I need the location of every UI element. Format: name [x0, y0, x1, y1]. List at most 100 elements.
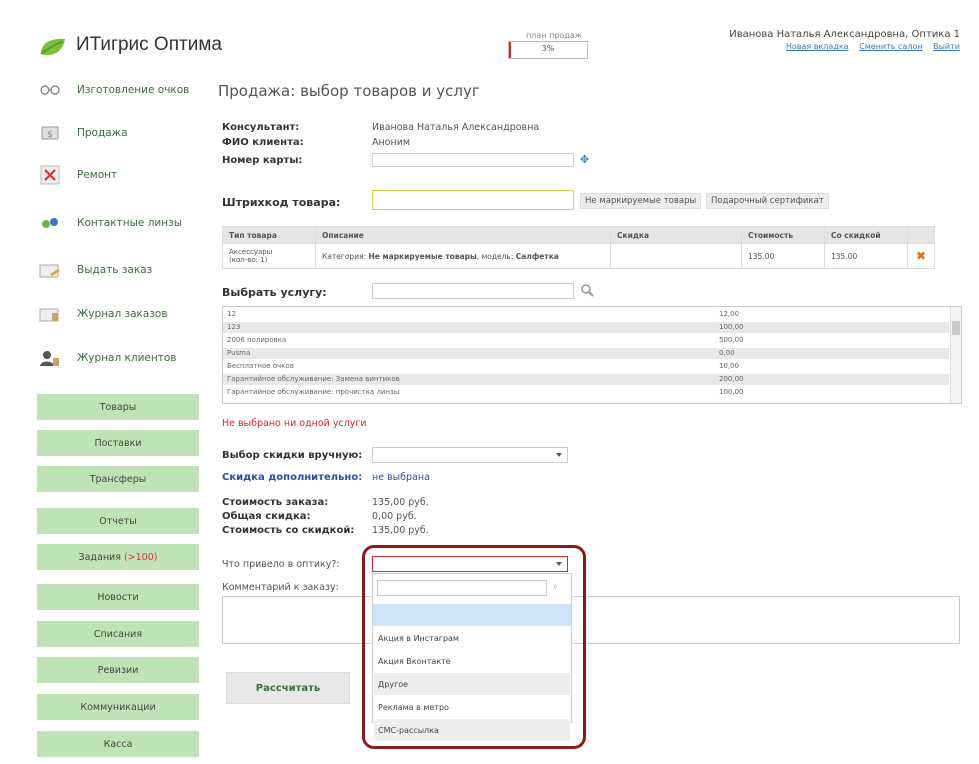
col-price: Стоимость	[741, 226, 825, 244]
new-tab-link[interactable]: Новая вкладка	[786, 42, 849, 51]
col-discount: Скидка	[610, 226, 742, 244]
sidebar-item-sale[interactable]: $ Продажа	[37, 116, 199, 150]
services-list: 12 12,00 123 100,00 2006 полировка 500,00 P…	[222, 306, 962, 404]
col-type: Тип товара	[222, 226, 316, 244]
goods-table-wrap: Тип товара Описание Скидка Стоимость Со …	[222, 226, 935, 269]
gift-certificate-button[interactable]: Подарочный сертификат	[706, 193, 829, 209]
plan-label: план продаж	[526, 31, 582, 40]
sidebar-item-label: Изготовление очков	[77, 84, 190, 96]
refresh-icon[interactable]: ✥	[580, 153, 589, 166]
client-label: ФИО клиента:	[222, 137, 304, 148]
reason-label: Что привело в оптику?:	[222, 559, 340, 570]
sidebar-item-label: Ремонт	[77, 169, 118, 181]
chevron-down-icon	[556, 453, 562, 457]
col-price-discount: Со скидкой	[824, 226, 908, 244]
comment-textarea[interactable]	[222, 596, 960, 644]
cost-with-discount-label: Стоимость со скидкой:	[222, 525, 355, 536]
calculate-button[interactable]: Рассчитать	[226, 672, 350, 704]
sidebar-item-glasses[interactable]: Изготовление очков	[37, 73, 199, 107]
menu-label: Коммуникации	[80, 701, 156, 713]
menu-tasks[interactable]: Задания (>100)	[37, 544, 199, 570]
list-item[interactable]: Pusma 0,00	[223, 348, 949, 359]
comment-label: Комментарий к заказу:	[222, 582, 339, 593]
menu-supplies[interactable]: Поставки	[37, 430, 199, 456]
scrollbar[interactable]	[950, 307, 961, 403]
issue-order-icon	[37, 257, 63, 283]
logout-link[interactable]: Выйти	[933, 42, 960, 51]
barcode-label: Штрихкод товара:	[222, 196, 341, 209]
clients-journal-icon	[37, 345, 63, 371]
remove-icon[interactable]: ✖	[916, 249, 926, 263]
card-number-input[interactable]	[372, 153, 574, 167]
list-item[interactable]: Бесплатное очков 10,00	[223, 361, 949, 372]
sidebar-item-issue-order[interactable]: Выдать заказ	[37, 253, 199, 287]
table-row: Аксессуары (кол-во: 1) Категория: Не марк…	[222, 243, 935, 269]
list-item[interactable]: 12 12,00	[223, 309, 949, 320]
menu-writeoffs[interactable]: Списания	[37, 621, 199, 647]
total-discount-label: Общая скидка:	[222, 511, 311, 522]
plan-value: 3%	[541, 44, 555, 53]
discount-label: Выбор скидки вручную:	[222, 450, 363, 461]
discount-select[interactable]	[372, 447, 568, 463]
menu-label: Отчеты	[99, 515, 137, 527]
total-discount-value: 0,00 руб.	[372, 511, 417, 522]
consultant-value: Иванова Наталья Александровна	[372, 122, 540, 133]
menu-label: Ревизии	[97, 664, 139, 676]
glasses-icon	[37, 77, 63, 103]
list-item[interactable]: Гарантийное обслуживание: Замена винтико…	[223, 374, 949, 385]
model-value: Салфетка	[515, 251, 559, 261]
col-description: Описание	[315, 226, 611, 244]
menu-transfers[interactable]: Трансферы	[37, 466, 199, 492]
cell-type: Аксессуары (кол-во: 1)	[222, 243, 316, 269]
order-cost-label: Стоимость заказа:	[222, 497, 329, 508]
repair-icon	[37, 162, 63, 188]
cell-description: Категория: Не маркируемые товары, модель…	[315, 243, 611, 269]
menu-cash[interactable]: Касса	[37, 731, 199, 757]
menu-label: Поставки	[94, 437, 142, 449]
menu-news[interactable]: Новости	[37, 584, 199, 610]
qty-text: (кол-во: 1)	[229, 256, 268, 264]
scrollbar-thumb[interactable]	[952, 321, 960, 335]
sidebar-item-orders-journal[interactable]: Журнал заказов	[37, 297, 199, 331]
change-salon-link[interactable]: Сменить салон	[859, 42, 922, 51]
menu-label: Касса	[103, 738, 133, 750]
menu-label: Трансферы	[89, 473, 147, 485]
sidebar-item-clients-journal[interactable]: Журнал клиентов	[37, 341, 199, 375]
card-label: Номер карты:	[222, 155, 303, 166]
service-label: Выбрать услугу:	[222, 286, 327, 299]
category-value: Не маркируемые товары	[368, 251, 477, 261]
extra-discount-value[interactable]: не выбрана	[372, 472, 430, 483]
cell-discount	[610, 243, 742, 269]
sidebar-item-repair[interactable]: Ремонт	[37, 158, 199, 192]
consultant-label: Консультант:	[222, 122, 300, 133]
order-cost-value: 135,00 руб.	[372, 497, 429, 508]
menu-label: Товары	[99, 401, 137, 413]
list-item[interactable]: 2006 полировка 500,00	[223, 335, 949, 346]
unmarked-goods-button[interactable]: Не маркируемые товары	[580, 193, 702, 209]
sidebar-item-label: Журнал заказов	[77, 308, 168, 320]
service-search-input[interactable]	[372, 283, 574, 299]
sidebar-item-label: Продажа	[77, 127, 128, 139]
cell-price: 135.00	[741, 243, 825, 269]
tasks-badge: (>100)	[123, 551, 158, 563]
user-name: Иванова Наталья Александровна, Оптика 1	[729, 29, 960, 40]
sidebar-item-label: Контактные линзы	[77, 217, 182, 229]
category-label: Категория:	[322, 251, 367, 261]
menu-goods[interactable]: Товары	[37, 394, 199, 420]
app-title: ИТигрис Оптима	[76, 34, 222, 55]
menu-reports[interactable]: Отчеты	[37, 508, 199, 534]
model-label: модель:	[481, 251, 514, 261]
user-links: Новая вкладка Сменить салон Выйти	[700, 42, 960, 51]
cell-remove: ✖	[907, 243, 935, 269]
search-icon[interactable]	[580, 282, 594, 301]
barcode-input[interactable]	[372, 190, 574, 210]
page-title: Продажа: выбор товаров и услуг	[218, 82, 480, 100]
cell-price-discount: 135.00	[824, 243, 908, 269]
menu-audits[interactable]: Ревизии	[37, 657, 199, 683]
list-item[interactable]: Гарантийное обслуживание: прочистка линз…	[223, 387, 949, 398]
no-service-message: Не выбрано ни одной услуги	[222, 418, 367, 429]
list-item[interactable]: 123 100,00	[223, 322, 949, 333]
menu-label: Задания	[78, 551, 121, 563]
sidebar-item-contact-lenses[interactable]: Контактные линзы	[37, 206, 199, 240]
menu-communications[interactable]: Коммуникации	[37, 694, 199, 720]
